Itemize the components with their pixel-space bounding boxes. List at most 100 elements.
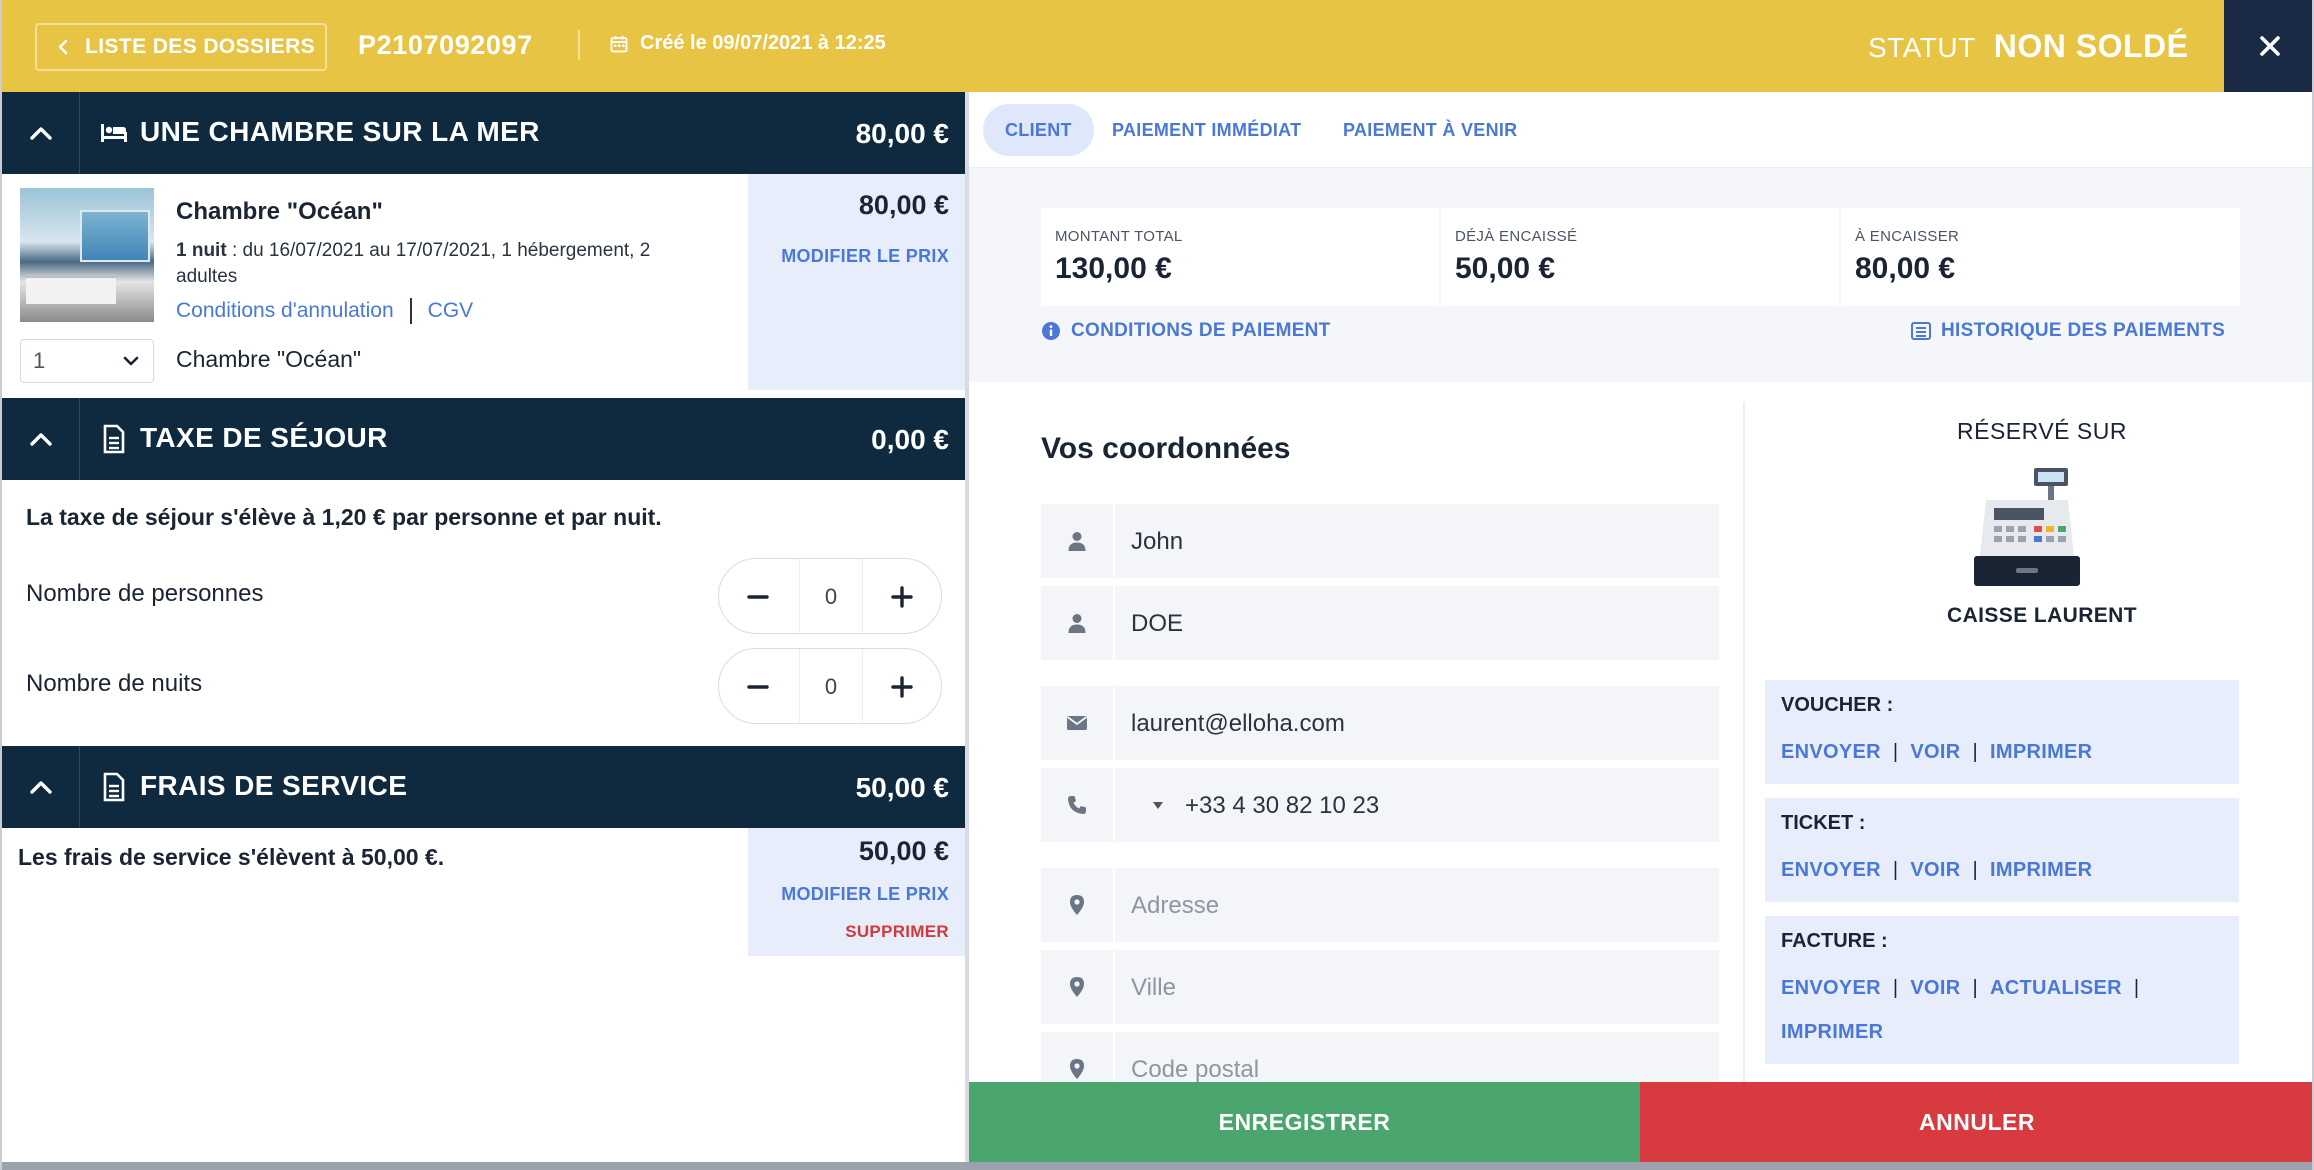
voucher-print-link[interactable]: IMPRIMER [1990, 741, 2092, 763]
delete-fees-button[interactable]: SUPPRIMER [845, 922, 949, 942]
booking-source-name: CAISSE LAURENT [1947, 604, 2137, 627]
first-name-value: John [1131, 528, 1184, 555]
fees-section-header: FRAIS DE SERVICE 50,00 € [2, 746, 965, 828]
voucher-view-link[interactable]: VOIR [1910, 741, 1960, 763]
minus-icon [747, 595, 769, 599]
room-section-title: UNE CHAMBRE SUR LA MER [140, 116, 540, 147]
room-section-price: 80,00 € [855, 118, 949, 149]
voucher-send-link[interactable]: ENVOYER [1781, 741, 1881, 763]
persons-value[interactable]: 0 [799, 559, 863, 635]
tab-client[interactable]: CLIENT [983, 104, 1094, 156]
status-label: STATUT [1868, 32, 1976, 63]
country-dropdown-caret[interactable] [1153, 802, 1163, 809]
address-field[interactable]: Adresse [1041, 868, 1719, 942]
collected-amount-value: 50,00 € [1455, 252, 1556, 285]
save-button[interactable]: ENREGISTRER [969, 1082, 1640, 1162]
collapse-fees-button[interactable] [2, 746, 80, 828]
ticket-view-link[interactable]: VOIR [1910, 859, 1960, 881]
chevron-down-icon [123, 356, 139, 366]
created-date-text: Créé le 09/07/2021 à 12:25 [640, 32, 886, 54]
room-price-column: 80,00 € MODIFIER LE PRIX [748, 174, 965, 390]
city-field[interactable]: Ville [1041, 950, 1719, 1024]
header-bar: LISTE DES DOSSIERS P2107092097 Créé le 0… [2, 0, 2312, 92]
link-divider [409, 298, 412, 324]
collapse-room-button[interactable] [2, 92, 80, 174]
tax-section-header: TAXE DE SÉJOUR 0,00 € [2, 398, 965, 480]
room-section-header: UNE CHAMBRE SUR LA MER 80,00 € [2, 92, 965, 174]
invoice-actions: ENVOYER | VOIR | ACTUALISER | IMPRIMER [1781, 977, 2140, 1043]
cancellation-conditions-link[interactable]: Conditions d'annulation [176, 299, 394, 323]
nights-value[interactable]: 0 [799, 649, 863, 725]
fees-section-price: 50,00 € [855, 772, 949, 803]
modify-room-price-button[interactable]: MODIFIER LE PRIX [781, 246, 949, 267]
close-button[interactable] [2224, 0, 2312, 92]
email-field[interactable]: laurent@elloha.com [1041, 686, 1719, 760]
ticket-box: TICKET : ENVOYER | VOIR | IMPRIMER [1765, 798, 2239, 902]
tabs-bar: CLIENT PAIEMENT IMMÉDIAT PAIEMENT À VENI… [969, 92, 2312, 168]
due-amount-card: À ENCAISSER 80,00 € [1841, 208, 2240, 306]
room-nights: 1 nuit [176, 240, 227, 261]
address-placeholder: Adresse [1131, 892, 1220, 919]
collapse-tax-button[interactable] [2, 398, 80, 480]
calendar-icon [610, 35, 628, 52]
booked-on-title: RÉSERVÉ SUR [1957, 418, 2127, 444]
chevron-up-icon [29, 433, 52, 446]
back-to-list-button[interactable]: LISTE DES DOSSIERS [35, 23, 327, 71]
chevron-up-icon [29, 127, 52, 140]
first-name-field[interactable]: John [1041, 504, 1719, 578]
background-strip [2, 1162, 2312, 1170]
payment-conditions-link[interactable]: CONDITIONS DE PAIEMENT [1041, 320, 1331, 342]
phone-field[interactable]: +33 4 30 82 10 23 [1041, 768, 1719, 842]
persons-decrement-button[interactable] [723, 559, 793, 635]
nights-stepper: 0 [718, 648, 942, 725]
document-icon [103, 424, 125, 454]
ticket-print-link[interactable]: IMPRIMER [1990, 859, 2092, 881]
header-divider [578, 30, 580, 60]
email-value: laurent@elloha.com [1131, 710, 1345, 737]
persons-label: Nombre de personnes [26, 580, 264, 607]
invoice-send-link[interactable]: ENVOYER [1781, 977, 1881, 999]
total-amount-label: MONTANT TOTAL [1055, 228, 1183, 245]
invoice-update-link[interactable]: ACTUALISER [1990, 977, 2122, 999]
nights-increment-button[interactable] [867, 649, 937, 725]
nights-decrement-button[interactable] [723, 649, 793, 725]
contact-form-title: Vos coordonnées [1041, 432, 1291, 465]
tab-immediate-payment[interactable]: PAIEMENT IMMÉDIAT [1112, 104, 1301, 156]
total-amount-card: MONTANT TOTAL 130,00 € [1041, 208, 1439, 306]
voucher-box: VOUCHER : ENVOYER | VOIR | IMPRIMER [1765, 680, 2239, 784]
city-placeholder: Ville [1131, 974, 1176, 1001]
document-icon [103, 772, 125, 802]
nights-label: Nombre de nuits [26, 670, 203, 697]
collected-amount-label: DÉJÀ ENCAISSÉ [1455, 228, 1578, 245]
ticket-label: TICKET : [1781, 812, 1866, 834]
payment-history-link[interactable]: HISTORIQUE DES PAIEMENTS [1911, 320, 2225, 342]
voucher-actions: ENVOYER | VOIR | IMPRIMER [1781, 741, 2093, 763]
phone-icon [1068, 796, 1086, 814]
invoice-view-link[interactable]: VOIR [1910, 977, 1960, 999]
collected-amount-card: DÉJÀ ENCAISSÉ 50,00 € [1441, 208, 1839, 306]
total-amount-value: 130,00 € [1055, 252, 1172, 285]
modify-fees-price-button[interactable]: MODIFIER LE PRIX [781, 884, 949, 905]
persons-increment-button[interactable] [867, 559, 937, 635]
fees-section-title: FRAIS DE SERVICE [140, 770, 408, 801]
room-photo [20, 188, 154, 322]
invoice-print-link[interactable]: IMPRIMER [1781, 1021, 1883, 1043]
room-quantity-select[interactable]: 1 [20, 339, 154, 383]
user-icon [1068, 614, 1086, 633]
tax-info-text: La taxe de séjour s'élève à 1,20 € par p… [26, 504, 662, 530]
plus-icon [891, 586, 913, 608]
client-panel: CLIENT PAIEMENT IMMÉDIAT PAIEMENT À VENI… [969, 92, 2312, 1106]
cgv-link[interactable]: CGV [428, 299, 474, 323]
room-name: Chambre "Océan" [176, 198, 383, 225]
invoice-label: FACTURE : [1781, 930, 1888, 952]
list-icon [1911, 322, 1931, 340]
cancel-button[interactable]: ANNULER [1640, 1082, 2312, 1162]
chevron-left-icon [58, 39, 68, 55]
tab-upcoming-payment[interactable]: PAIEMENT À VENIR [1343, 104, 1517, 156]
created-date: Créé le 09/07/2021 à 12:25 [610, 32, 886, 55]
last-name-field[interactable]: DOE [1041, 586, 1719, 660]
ticket-send-link[interactable]: ENVOYER [1781, 859, 1881, 881]
tax-section-title: TAXE DE SÉJOUR [140, 422, 388, 453]
envelope-icon [1066, 716, 1088, 730]
form-column-divider [1743, 402, 1745, 1082]
